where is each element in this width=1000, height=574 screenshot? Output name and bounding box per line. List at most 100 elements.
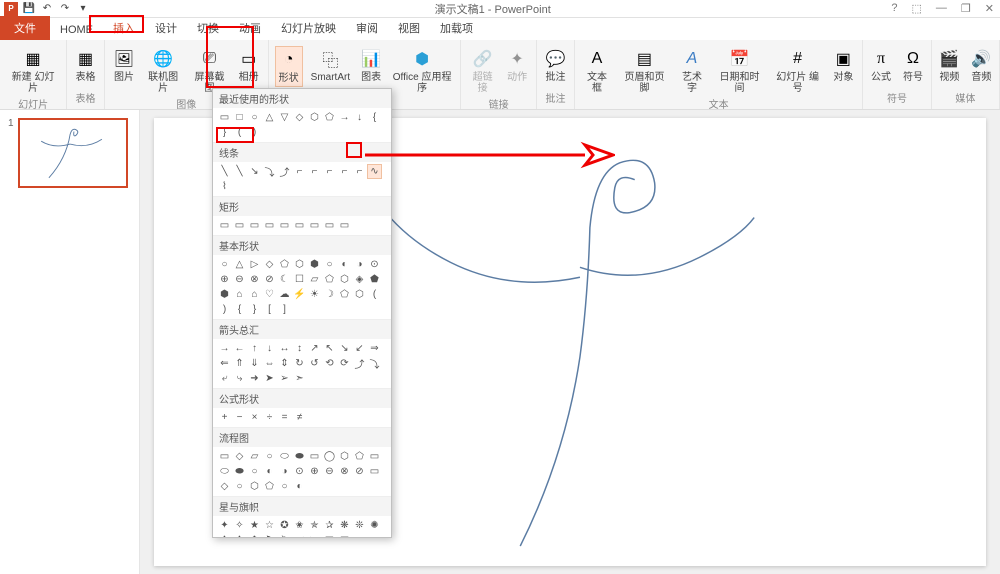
shape-option[interactable]: ↙ [352,341,367,356]
shape-option[interactable]: ↺ [307,356,322,371]
shape-option[interactable]: ◑ [277,464,292,479]
shape-option[interactable]: ✽ [247,533,262,538]
shape-option[interactable]: − [232,410,247,425]
shape-option[interactable]: △ [232,257,247,272]
shape-option[interactable]: ⇒ [367,341,382,356]
shape-option[interactable]: ⬡ [247,479,262,494]
shape-option[interactable]: ◇ [217,479,232,494]
shape-option[interactable]: ⊖ [232,272,247,287]
shape-option[interactable]: ⌐ [352,164,367,179]
shape-option[interactable]: ] [277,302,292,317]
shape-option[interactable]: ⊙ [367,257,382,272]
shape-option[interactable]: ⇔ [262,356,277,371]
shape-option[interactable]: ↖ [322,341,337,356]
undo-icon[interactable]: ↶ [40,2,54,16]
shape-option[interactable]: } [247,302,262,317]
shape-option[interactable]: ↓ [262,341,277,356]
shape-option[interactable]: ❊ [352,518,367,533]
shape-option[interactable]: × [247,410,262,425]
tab-insert[interactable]: 插入 [103,16,145,40]
shape-option[interactable]: ⬡ [337,272,352,287]
shape-option[interactable]: ⬡ [337,449,352,464]
tab-transitions[interactable]: 切换 [187,16,229,40]
shape-option[interactable]: ○ [247,110,262,125]
shape-option[interactable]: → [217,341,232,356]
shape-option[interactable]: ⬠ [322,272,337,287]
shape-option[interactable]: ⬠ [277,257,292,272]
shape-option[interactable]: ☐ [292,272,307,287]
shape-option[interactable]: ⊕ [217,272,232,287]
shape-option[interactable]: ◯ [322,449,337,464]
shape-option[interactable]: ⌐ [307,164,322,179]
shape-option[interactable]: ⤷ [232,371,247,386]
shape-option[interactable]: ⌐ [322,164,337,179]
shape-option[interactable]: = [277,410,292,425]
shape-option[interactable]: ⊕ [307,464,322,479]
shape-option[interactable]: ○ [217,257,232,272]
shape-option[interactable]: ▱ [247,449,262,464]
shape-option[interactable]: ⟳ [337,356,352,371]
maximize-button[interactable]: ❐ [961,2,971,15]
shape-option[interactable]: ◇ [262,257,277,272]
shape-option[interactable]: ╲ [217,164,232,179]
shape-option[interactable]: ╲ [232,164,247,179]
shape-option[interactable]: ➣ [292,371,307,386]
shape-option[interactable]: ⬢ [217,287,232,302]
shape-option[interactable]: △ [262,110,277,125]
picture-button[interactable]: 🖼 图片 [111,46,137,85]
shape-option[interactable]: ⬠ [322,110,337,125]
shape-option[interactable]: ⬡ [307,110,322,125]
shape-option[interactable]: ⬢ [307,257,322,272]
datetime-button[interactable]: 📅 日期和时间 [714,46,765,96]
shape-option[interactable]: ☽ [322,287,337,302]
shape-option[interactable]: ➜ [247,371,262,386]
shape-option[interactable]: ↻ [292,356,307,371]
shape-option[interactable]: ⬠ [262,479,277,494]
shape-option[interactable]: ◤ [322,533,337,538]
shape-option[interactable]: ⬠ [352,449,367,464]
shape-option[interactable]: ⚐ [277,533,292,538]
shape-option[interactable]: ▭ [322,218,337,233]
shape-option[interactable]: ≠ [292,410,307,425]
shape-option[interactable]: ▭ [367,464,382,479]
shape-option[interactable]: ⬠ [337,287,352,302]
shape-option[interactable]: ← [232,341,247,356]
slidenum-button[interactable]: # 幻灯片 编号 [771,46,824,96]
audio-button[interactable]: 🔊 音频 [968,46,994,85]
shape-option[interactable]: ◇ [292,110,307,125]
shape-option[interactable]: ▽ [277,110,292,125]
shape-option[interactable]: ▭ [247,218,262,233]
table-button[interactable]: ▦ 表格 [73,46,99,85]
tab-view[interactable]: 视图 [388,16,430,40]
shape-option[interactable]: ▭ [367,449,382,464]
help-button[interactable]: ? [891,2,897,15]
redo-icon[interactable]: ↷ [58,2,72,16]
shape-option[interactable]: ♡ [262,287,277,302]
shape-option[interactable]: ↘ [247,164,262,179]
shape-option[interactable]: □ [232,110,247,125]
apps-button[interactable]: ⬢ Office 应用程序 [390,46,454,96]
shape-option[interactable]: ❋ [337,518,352,533]
shape-option[interactable]: ✪ [277,518,292,533]
shape-option[interactable]: ⊘ [262,272,277,287]
shape-option[interactable]: ☆ [262,518,277,533]
minimize-button[interactable]: — [936,2,947,15]
shape-option[interactable]: } [217,125,232,140]
textbox-button[interactable]: A 文本框 [581,46,613,96]
shape-option[interactable]: ⊗ [247,272,262,287]
slide-thumbnail-wrap[interactable]: 1 [8,118,131,188]
shape-option[interactable]: ⤴ [352,356,367,371]
shape-option[interactable]: ✯ [307,518,322,533]
wordart-button[interactable]: A 艺术字 [676,46,708,96]
object-button[interactable]: ▣ 对象 [830,46,856,85]
shape-option[interactable]: ⇕ [277,356,292,371]
shape-option[interactable]: ⚑ [262,533,277,538]
shape-option[interactable]: ⇓ [247,356,262,371]
shape-option[interactable]: ⬟ [367,272,382,287]
tab-file[interactable]: 文件 [0,16,50,40]
shape-option[interactable]: ◢ [292,533,307,538]
shape-option[interactable]: ⬭ [277,449,292,464]
shape-option[interactable]: ⌐ [337,164,352,179]
shape-option[interactable]: ▭ [217,110,232,125]
shape-option[interactable]: ▭ [307,218,322,233]
